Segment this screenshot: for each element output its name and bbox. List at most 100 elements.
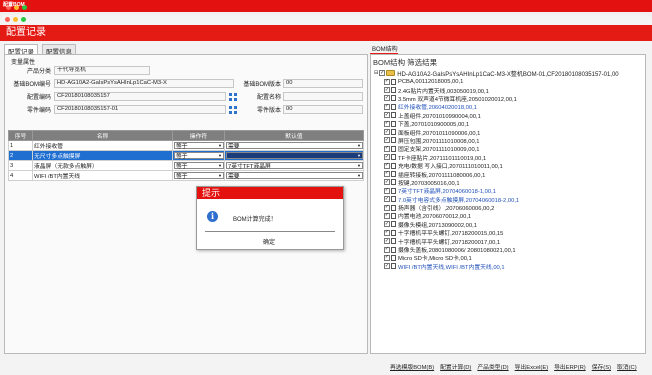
dropdown-arrow-icon: ▼: [218, 143, 222, 148]
checkbox[interactable]: ✓: [384, 154, 390, 161]
checkbox[interactable]: ✓: [384, 187, 390, 194]
operator-select[interactable]: 等于 ▼: [174, 162, 224, 170]
row-name: 液晶屏（无款多点触屏）: [32, 160, 173, 171]
default-value-select[interactable]: 需要 ▼: [226, 172, 363, 180]
operator-select[interactable]: 等于 ▼: [174, 142, 224, 150]
tab-config-info[interactable]: 配置信息: [42, 44, 76, 56]
config-name-field[interactable]: [283, 92, 363, 101]
part-version-field[interactable]: 00: [283, 105, 363, 114]
window-zoom-icon[interactable]: [21, 17, 26, 22]
row-index: 4: [8, 170, 33, 181]
document-icon: [391, 145, 396, 152]
checkbox[interactable]: ✓: [384, 120, 390, 127]
checkbox[interactable]: ✓: [384, 87, 390, 94]
table-row[interactable]: 1 红外接收管 等于 ▼ 需要 ▼: [8, 140, 364, 151]
dropdown-arrow-icon: ▼: [357, 173, 361, 178]
config-code-field[interactable]: CF20180108035157: [54, 92, 226, 101]
product-type-link[interactable]: 产品类型(D): [477, 362, 508, 371]
checkbox[interactable]: ✓: [384, 95, 390, 102]
row-index: 3: [8, 160, 33, 171]
checkbox[interactable]: ✓: [384, 162, 390, 169]
checkbox[interactable]: ✓: [384, 179, 390, 186]
bom-tree: ⊟ ✓ HD-AG10A2-GaIsPsYsAHInLp1CaC-M3-X整机B…: [374, 69, 643, 271]
checkbox[interactable]: ✓: [384, 129, 390, 136]
row-name: WIFI /BT内置天线: [32, 170, 173, 181]
collapse-icon[interactable]: ⊟: [374, 70, 378, 76]
default-value-select[interactable]: 7英寸TFT液晶屏 ▼: [226, 162, 363, 170]
tree-item-label: WIFI /BT内置天线,WIFI /BT内置天线,00,1: [398, 264, 505, 271]
default-value-select[interactable]: ▼: [226, 152, 363, 159]
document-icon: [391, 112, 396, 119]
checkbox[interactable]: ✓: [384, 103, 390, 110]
tree-item-label: PCBA,00112018005,00,1: [398, 78, 464, 85]
checkbox[interactable]: ✓: [384, 112, 390, 119]
dropdown-arrow-icon: ▼: [357, 143, 361, 148]
row-name: 无尺寸多点触摸屏: [32, 150, 173, 161]
outer-app-bar: 配置BOM: [0, 0, 652, 12]
reselect-template-bom-link[interactable]: 再选模版BOM(B): [390, 362, 434, 371]
document-icon: [391, 179, 396, 186]
export-erp-link[interactable]: 导出ERP(R): [554, 362, 586, 371]
checkbox[interactable]: ✓: [384, 212, 390, 219]
product-category-label: 产品分类: [26, 69, 51, 75]
dropdown-arrow-icon: ▼: [218, 163, 222, 168]
table-row[interactable]: 4 WIFI /BT内置天线 等于 ▼ 需要 ▼: [8, 170, 364, 181]
tab-config-record[interactable]: 配置记录: [4, 44, 38, 56]
product-category-field[interactable]: 十代导览机: [54, 66, 150, 75]
part-code-field[interactable]: CF20180108035157-01: [54, 105, 226, 114]
default-value-select[interactable]: 需要 ▼: [226, 142, 363, 150]
export-excel-link[interactable]: 导出Excel(E): [515, 362, 549, 371]
dropdown-arrow-icon: ▼: [357, 153, 361, 158]
bottom-action-bar: 再选模版BOM(B) 配置计算(D) 产品类型(D) 导出Excel(E) 导出…: [390, 362, 637, 371]
checkbox[interactable]: ✓: [384, 196, 390, 203]
checkbox[interactable]: ✓: [384, 145, 390, 152]
right-panel: BOM结构 BOM结构 筛选结果 ⊟ ✓ HD-AG10A2-GaIsPsYsA…: [370, 44, 646, 356]
dropdown-arrow-icon: ▼: [357, 163, 361, 168]
col-operator-header: 操作符: [172, 130, 225, 141]
checkbox[interactable]: ✓: [384, 221, 390, 228]
prompt-dialog: 提示 i BOM计算完成！ 确定: [196, 186, 344, 250]
tree-root-label: HD-AG10A2-GaIsPsYsAHInLp1CaC-M3-X整机BOM-0…: [397, 71, 619, 78]
window-minimize-icon[interactable]: [13, 17, 18, 22]
row-name: 红外接收管: [32, 140, 173, 151]
part-code-picker-icon[interactable]: [229, 105, 237, 114]
checkbox[interactable]: ✓: [384, 246, 390, 253]
cancel-link[interactable]: 取消(C): [617, 362, 637, 371]
base-bom-field[interactable]: HD-AG10A2-GaIsPsYsAHInLp1CaC-M3-X: [54, 79, 234, 88]
ok-button[interactable]: 确定: [263, 237, 275, 246]
document-icon: [391, 263, 396, 270]
document-icon: [391, 212, 396, 219]
base-bom-version-field[interactable]: 00: [283, 79, 363, 88]
document-icon: [391, 196, 396, 203]
table-row[interactable]: 3 液晶屏（无款多点触屏） 等于 ▼ 7英寸TFT液晶屏 ▼: [8, 160, 364, 171]
checkbox[interactable]: ✓: [384, 204, 390, 211]
document-icon: [391, 221, 396, 228]
tree-item[interactable]: ✓ WIFI /BT内置天线,WIFI /BT内置天线,00,1: [374, 262, 643, 271]
checkbox[interactable]: ✓: [384, 254, 390, 261]
tree-root-node[interactable]: ⊟ ✓ HD-AG10A2-GaIsPsYsAHInLp1CaC-M3-X整机B…: [374, 69, 643, 78]
checkbox[interactable]: ✓: [384, 238, 390, 245]
save-link[interactable]: 保存(S): [592, 362, 611, 371]
checkbox[interactable]: ✓: [384, 263, 390, 270]
operator-select[interactable]: 等于 ▼: [174, 172, 224, 180]
document-icon: [391, 170, 396, 177]
outer-app-title: 配置BOM: [3, 2, 25, 8]
checkbox[interactable]: ✓: [384, 170, 390, 177]
base-bom-label: 基础BOM编号: [13, 82, 51, 88]
dropdown-arrow-icon: ▼: [218, 173, 222, 178]
checkbox[interactable]: ✓: [384, 229, 390, 236]
dialog-divider: [205, 231, 335, 232]
window-close-icon[interactable]: [5, 17, 10, 22]
document-icon: [391, 187, 396, 194]
bom-tree-box: BOM结构 筛选结果 ⊟ ✓ HD-AG10A2-GaIsPsYsAHInLp1…: [370, 54, 646, 354]
table-row-selected[interactable]: 2 无尺寸多点触摸屏 等于 ▼ ▼: [8, 150, 364, 161]
document-icon: [391, 154, 396, 161]
checkbox[interactable]: ✓: [384, 137, 390, 144]
config-code-picker-icon[interactable]: [229, 92, 237, 101]
config-calculate-link[interactable]: 配置计算(D): [440, 362, 471, 371]
part-version-label: 零件版本: [256, 108, 281, 114]
operator-select[interactable]: 等于 ▼: [174, 152, 224, 160]
checkbox[interactable]: ✓: [379, 70, 386, 77]
checkbox[interactable]: ✓: [384, 78, 390, 85]
col-name-header: 名称: [32, 130, 173, 141]
